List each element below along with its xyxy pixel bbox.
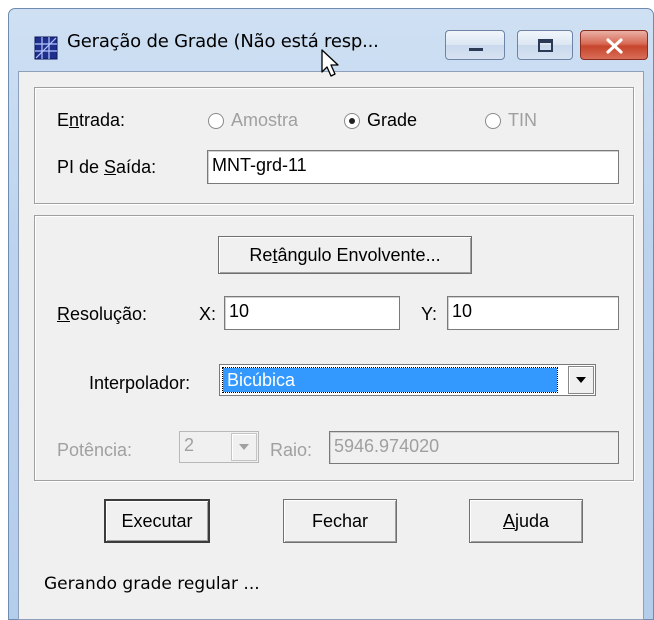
radio-tin-circle xyxy=(485,113,501,129)
potencia-value: 2 xyxy=(184,435,195,455)
close-button[interactable] xyxy=(580,30,648,60)
interpolador-selected-value: Bicúbica xyxy=(222,367,558,393)
resolucao-x-input[interactable]: 10 xyxy=(224,296,400,330)
raio-label: Raio: xyxy=(270,440,313,460)
fechar-button[interactable]: Fechar xyxy=(283,499,397,543)
resolucao-label: Resolução: xyxy=(57,304,148,324)
radio-grade-label: Grade xyxy=(367,110,418,130)
dialog-window: Geração de Grade (Não está resp... Entra… xyxy=(8,8,654,620)
radio-grade-circle xyxy=(344,113,360,129)
pi-saida-input[interactable]: MNT-grd-11 xyxy=(207,150,619,184)
parameters-group: Retângulo Envolvente... Resolução: X: 10… xyxy=(34,215,634,481)
chevron-down-icon xyxy=(239,444,249,450)
maximize-button[interactable] xyxy=(517,30,573,60)
retangulo-envolvente-button[interactable]: Retângulo Envolvente... xyxy=(218,236,472,274)
resolucao-y-input[interactable]: 10 xyxy=(447,296,619,330)
interpolador-select[interactable]: Bicúbica xyxy=(219,364,596,396)
minimize-icon xyxy=(469,48,483,51)
ajuda-button[interactable]: Ajuda xyxy=(469,499,583,543)
status-text: Gerando grade regular ... xyxy=(44,574,260,594)
potencia-dropdown-button[interactable] xyxy=(231,433,257,461)
mouse-cursor-icon xyxy=(321,49,339,77)
raio-input[interactable]: 5946.974020 xyxy=(329,431,619,464)
resolucao-y-label: Y: xyxy=(421,304,438,324)
chevron-down-icon xyxy=(576,377,586,383)
radio-tin-label: TIN xyxy=(508,110,537,130)
executar-button[interactable]: Executar xyxy=(104,499,210,543)
grid-app-icon xyxy=(34,36,58,60)
potencia-label: Potência: xyxy=(57,440,133,460)
radio-amostra-label: Amostra xyxy=(231,110,299,130)
interpolador-label: Interpolador: xyxy=(89,373,191,393)
entrada-label: Entrada: xyxy=(57,110,126,130)
interpolador-dropdown-button[interactable] xyxy=(568,366,594,394)
radio-amostra-circle xyxy=(208,113,224,129)
close-icon xyxy=(606,38,623,54)
resolucao-x-label: X: xyxy=(199,304,217,324)
dialog-client-area: Entrada: Amostra Grade TIN PI de Saída: … xyxy=(18,71,644,620)
pi-saida-label: PI de Saída: xyxy=(57,157,157,177)
potencia-select[interactable]: 2 xyxy=(179,431,259,463)
maximize-icon xyxy=(538,39,553,52)
input-output-group: Entrada: Amostra Grade TIN PI de Saída: … xyxy=(34,87,634,204)
minimize-button[interactable] xyxy=(445,30,505,60)
